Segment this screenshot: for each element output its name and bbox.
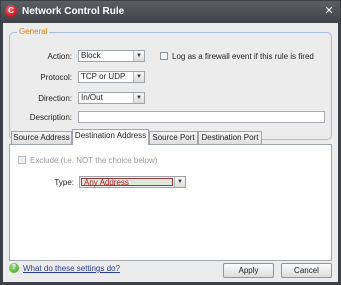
direction-label: Direction: <box>38 94 72 103</box>
exclude-label: Exclude (i.e. NOT the choice below) <box>30 156 158 165</box>
chevron-down-icon: ▼ <box>133 51 144 61</box>
dialog-window: C Network Control Rule ✕ General Action:… <box>0 0 341 285</box>
tab-source-port[interactable]: Source Port <box>149 131 198 144</box>
action-select[interactable]: Block ▼ <box>78 50 145 62</box>
direction-select[interactable]: In/Out ▼ <box>78 92 145 104</box>
tab-destination-port[interactable]: Destination Port <box>198 131 262 144</box>
protocol-label: Protocol: <box>40 73 72 82</box>
type-select[interactable]: Any Address ▼ <box>79 176 186 188</box>
exclude-checkbox[interactable] <box>18 156 26 164</box>
protocol-select-value: TCP or UDP <box>81 72 126 81</box>
apply-button[interactable]: Apply <box>223 263 274 278</box>
chevron-down-icon: ▼ <box>133 72 144 82</box>
title-bar: C Network Control Rule ✕ <box>1 1 340 23</box>
help-link[interactable]: What do these settings do? <box>23 264 120 273</box>
destination-address-panel: Exclude (i.e. NOT the choice below) Type… <box>9 144 332 261</box>
log-event-checkbox[interactable] <box>160 52 168 60</box>
action-select-value: Block <box>81 51 101 60</box>
chevron-down-icon: ▼ <box>133 93 144 103</box>
help-icon[interactable]: ? <box>9 263 19 273</box>
general-legend: General <box>17 27 50 36</box>
chevron-down-icon: ▼ <box>174 177 185 187</box>
tab-destination-address[interactable]: Destination Address <box>72 129 149 145</box>
type-label: Type: <box>54 178 74 187</box>
app-logo-icon: C <box>5 5 17 17</box>
direction-select-value: In/Out <box>81 93 103 102</box>
type-select-value: Any Address <box>81 178 173 187</box>
general-group: General Action: Block ▼ Log as a firewal… <box>9 27 332 140</box>
description-label: Description: <box>29 113 72 122</box>
log-event-label: Log as a firewall event if this rule is … <box>172 52 314 61</box>
dialog-body: General Action: Block ▼ Log as a firewal… <box>3 23 338 282</box>
action-label: Action: <box>47 52 72 61</box>
description-input[interactable] <box>78 111 325 123</box>
cancel-button[interactable]: Cancel <box>281 263 332 278</box>
tab-source-address[interactable]: Source Address <box>11 131 72 144</box>
close-icon[interactable]: ✕ <box>322 4 336 18</box>
window-title: Network Control Rule <box>22 6 125 17</box>
protocol-select[interactable]: TCP or UDP ▼ <box>78 71 145 83</box>
